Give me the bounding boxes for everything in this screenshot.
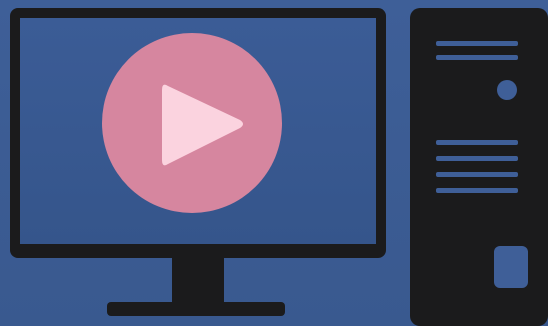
vent-line-4 (436, 188, 518, 193)
vent-line-2 (436, 156, 518, 161)
play-icon[interactable] (102, 33, 282, 213)
monitor-stand-base (107, 302, 285, 316)
power-button (497, 80, 517, 100)
computer-tower-icon (410, 8, 548, 326)
drive-slot-1 (436, 41, 518, 46)
computer-illustration (10, 8, 548, 326)
drive-slot-2 (436, 55, 518, 60)
monitor-neck (172, 258, 224, 306)
vent-line-1 (436, 140, 518, 145)
usb-port (494, 246, 528, 288)
vent-line-3 (436, 172, 518, 177)
